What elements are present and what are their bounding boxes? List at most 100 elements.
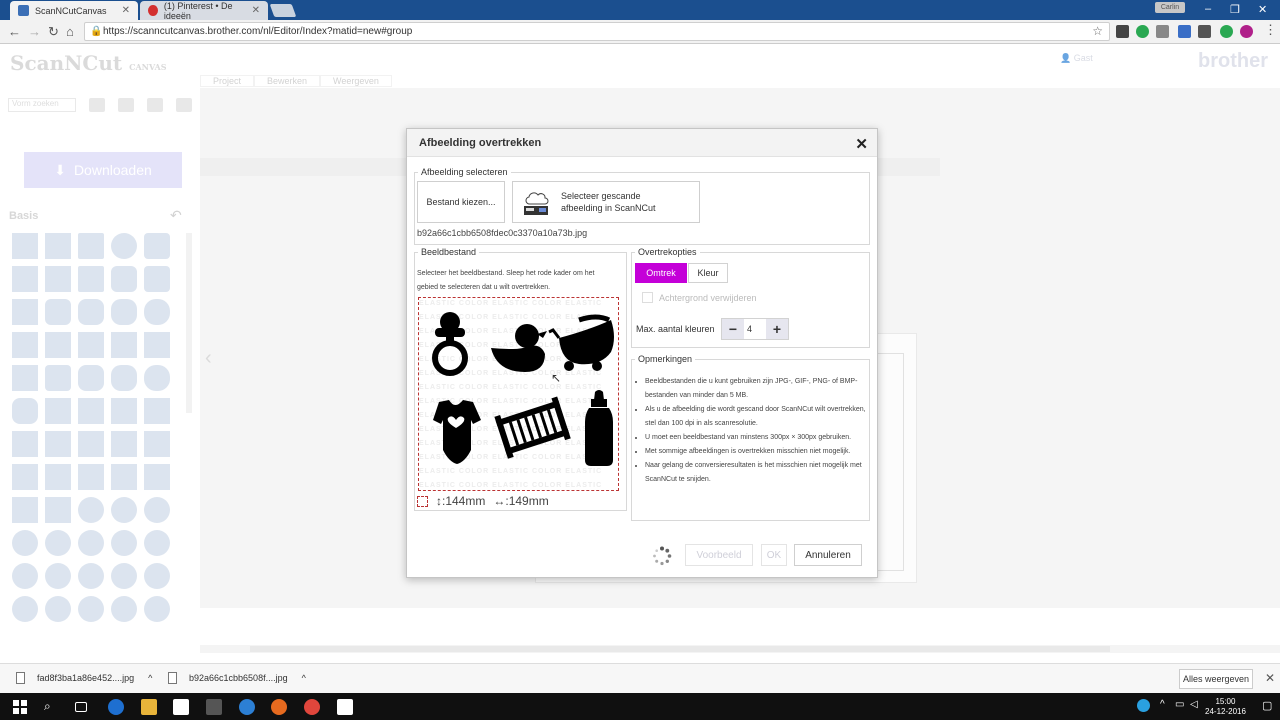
taskbar-clock[interactable]: 15:00 24-12-2016 bbox=[1205, 697, 1246, 717]
chevron-up-icon[interactable]: ^ bbox=[148, 673, 152, 683]
note-item: Als u de afbeelding die wordt gescand do… bbox=[645, 403, 867, 431]
window-close-icon[interactable]: ✕ bbox=[1258, 3, 1267, 16]
section-title: Overtrekopties bbox=[638, 247, 697, 257]
edge-icon[interactable] bbox=[108, 699, 124, 715]
windows-taskbar: ⌕ ^ ▭ ◁ 15:00 24-12-2016 ▢ bbox=[0, 693, 1280, 720]
extension-icon[interactable] bbox=[1220, 25, 1233, 38]
network-icon[interactable]: ▭ bbox=[1175, 699, 1191, 715]
remove-background-checkbox[interactable] bbox=[642, 292, 653, 303]
task-view-icon[interactable] bbox=[75, 702, 87, 712]
show-all-downloads-button[interactable]: Alles weergeven bbox=[1179, 669, 1253, 689]
extension-icon[interactable] bbox=[1178, 25, 1191, 38]
mode-color-button[interactable]: Kleur bbox=[688, 263, 728, 283]
select-scanned-image-button[interactable]: Selecteer gescande afbeelding in ScanNCu… bbox=[512, 181, 700, 223]
width-readout: ↔:149mm bbox=[493, 494, 549, 508]
increase-button[interactable]: + bbox=[766, 319, 788, 339]
chrome-icon[interactable] bbox=[304, 699, 320, 715]
app-grid-icon[interactable] bbox=[206, 699, 222, 715]
choose-file-button[interactable]: Bestand kiezen... bbox=[417, 181, 505, 223]
image-preview[interactable]: ELASTIC COLOR ELASTIC COLOR ELASTIC ELAST… bbox=[418, 297, 619, 491]
baby-silhouettes-image bbox=[432, 312, 614, 466]
section-title: Opmerkingen bbox=[638, 354, 693, 364]
tray-app-icon[interactable] bbox=[1137, 699, 1150, 712]
new-tab-button[interactable] bbox=[269, 4, 297, 17]
reload-icon[interactable]: ↻ bbox=[48, 24, 59, 40]
back-icon[interactable]: ← bbox=[8, 24, 21, 39]
baby-bottle-icon bbox=[585, 390, 613, 466]
close-icon[interactable]: ✕ bbox=[855, 135, 868, 153]
close-icon[interactable]: ✕ bbox=[1265, 671, 1275, 685]
trace-image-dialog: Afbeelding overtrekken ✕ Afbeelding sele… bbox=[406, 128, 878, 578]
home-icon[interactable]: ⌂ bbox=[66, 24, 74, 39]
address-bar[interactable]: 🔒 https://scanncutcanvas.brother.com/nl/… bbox=[84, 22, 1110, 41]
ok-button[interactable]: OK bbox=[761, 544, 787, 566]
image-hint-text: Selecteer het beeldbestand. Sleep het ro… bbox=[417, 270, 595, 291]
extension-icon[interactable] bbox=[1156, 25, 1169, 38]
dialog-title: Afbeelding overtrekken bbox=[407, 129, 877, 157]
pacifier-icon bbox=[432, 312, 468, 376]
crib-icon bbox=[494, 396, 571, 459]
volume-icon[interactable]: ◁ bbox=[1190, 699, 1206, 715]
note-item: Naar gelang de conversieresultaten is he… bbox=[645, 459, 867, 487]
clock-time: 15:00 bbox=[1215, 697, 1236, 706]
url-text: https://scanncutcanvas.brother.com/nl/Ed… bbox=[103, 26, 413, 37]
restore-icon[interactable]: ❐ bbox=[1230, 3, 1240, 16]
download-item[interactable]: b92a66c1cbb6508f....jpg ^ bbox=[168, 672, 306, 684]
lock-icon: 🔒 bbox=[90, 26, 103, 37]
extension-icon[interactable] bbox=[1116, 25, 1129, 38]
extension-icon[interactable] bbox=[1240, 25, 1253, 38]
selection-frame-icon bbox=[417, 495, 428, 507]
internet-explorer-icon[interactable] bbox=[239, 699, 255, 715]
preview-button[interactable]: Voorbeeld bbox=[685, 544, 753, 566]
remove-background-option[interactable]: Achtergrond verwijderen bbox=[642, 292, 757, 303]
file-icon bbox=[168, 672, 177, 684]
browser-tab-strip: ScanNCutCanvas ✕ (1) Pinterest • De idee… bbox=[0, 0, 1280, 21]
selected-filename: b92a66c1cbb6508fdec0c3370a10a73b.jpg bbox=[417, 228, 588, 238]
download-item[interactable]: fad8f3ba1a86e452....jpg ^ bbox=[16, 672, 152, 684]
tab-scanncutcanvas[interactable]: ScanNCutCanvas ✕ bbox=[10, 1, 138, 20]
section-title: Beeldbestand bbox=[421, 247, 477, 257]
notifications-icon[interactable]: ▢ bbox=[1262, 699, 1278, 715]
bookmark-star-icon[interactable]: ☆ bbox=[1092, 23, 1103, 40]
selection-dimensions: ↕:144mm ↔:149mm bbox=[417, 494, 549, 508]
browser-toolbar: ← → ↻ ⌂ 🔒 https://scanncutcanvas.brother… bbox=[0, 20, 1280, 44]
mouse-cursor-icon: ↖ bbox=[551, 371, 562, 385]
section-title: Afbeelding selecteren bbox=[421, 167, 508, 177]
mode-outline-button[interactable]: Omtrek bbox=[635, 263, 687, 283]
cancel-button[interactable]: Annuleren bbox=[794, 544, 862, 566]
scanner-cloud-icon bbox=[524, 192, 549, 215]
max-colors-stepper: − 4 + bbox=[721, 318, 789, 340]
scanncut-favicon-icon bbox=[18, 5, 29, 16]
remove-background-label: Achtergrond verwijderen bbox=[659, 292, 757, 303]
store-icon[interactable] bbox=[173, 699, 189, 715]
firefox-icon[interactable] bbox=[271, 699, 287, 715]
scanncut-app-icon[interactable] bbox=[337, 699, 353, 715]
chrome-menu-icon[interactable]: ⋮ bbox=[1264, 22, 1277, 38]
forward-icon[interactable]: → bbox=[28, 24, 41, 39]
decrease-button[interactable]: − bbox=[722, 319, 744, 339]
windows-start-icon[interactable] bbox=[12, 699, 28, 715]
pinterest-favicon-icon bbox=[148, 5, 158, 16]
tab-title: (1) Pinterest • De ideeën bbox=[163, 0, 233, 21]
file-explorer-icon[interactable] bbox=[141, 699, 157, 715]
close-icon[interactable]: ✕ bbox=[122, 5, 130, 16]
pram-icon bbox=[548, 314, 614, 371]
download-filename: fad8f3ba1a86e452....jpg bbox=[37, 673, 135, 683]
chevron-up-icon[interactable]: ^ bbox=[302, 673, 306, 683]
max-colors-label: Max. aantal kleuren bbox=[636, 324, 715, 334]
tray-chevron-icon[interactable]: ^ bbox=[1160, 699, 1176, 715]
onesie-icon bbox=[433, 400, 481, 464]
notes-list: Beeldbestanden die u kunt gebruiken zijn… bbox=[635, 375, 867, 487]
minimize-icon[interactable]: – bbox=[1205, 3, 1211, 15]
extension-icon[interactable] bbox=[1136, 25, 1149, 38]
duck-icon bbox=[491, 324, 547, 372]
note-item: U moet een beeldbestand van minstens 300… bbox=[645, 431, 867, 445]
profile-button[interactable]: Carlin bbox=[1155, 2, 1185, 13]
search-icon[interactable]: ⌕ bbox=[44, 699, 60, 715]
max-colors-value[interactable]: 4 bbox=[744, 319, 766, 339]
note-item: Met sommige afbeeldingen is overtrekken … bbox=[645, 445, 867, 459]
extension-icon[interactable] bbox=[1198, 25, 1211, 38]
close-icon[interactable]: ✕ bbox=[252, 5, 260, 16]
tab-pinterest[interactable]: (1) Pinterest • De ideeën ✕ bbox=[140, 0, 268, 21]
loading-spinner-icon bbox=[653, 546, 672, 566]
